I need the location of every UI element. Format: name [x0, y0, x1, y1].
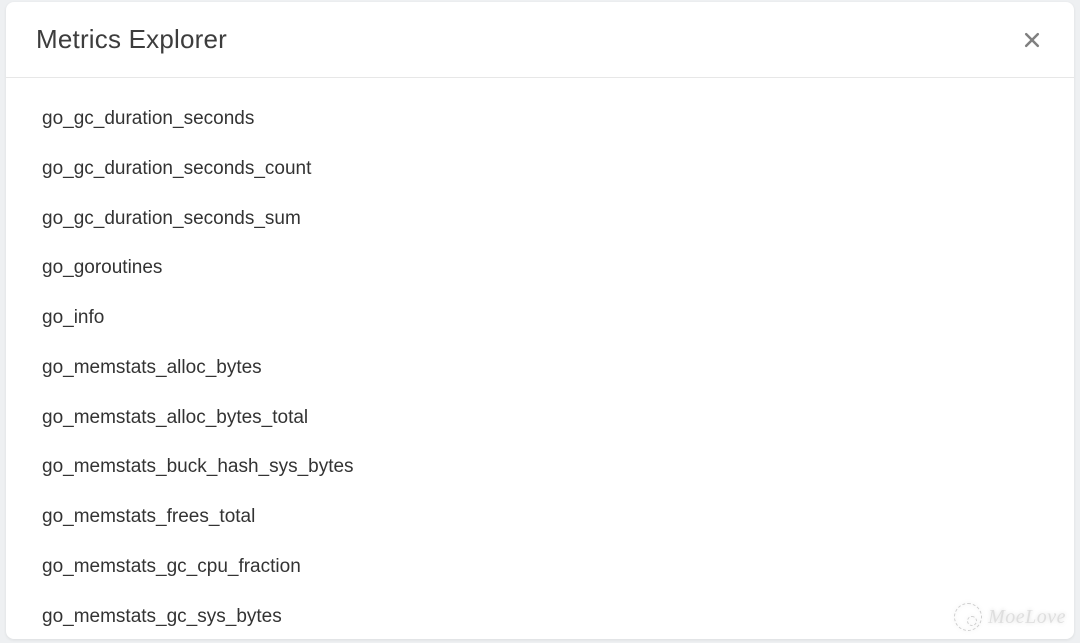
metric-item[interactable]: go_info — [6, 293, 1074, 343]
modal-title: Metrics Explorer — [36, 24, 227, 55]
metrics-list[interactable]: go_gc_duration_seconds go_gc_duration_se… — [6, 78, 1074, 639]
metric-item[interactable]: go_memstats_frees_total — [6, 492, 1074, 542]
modal-header: Metrics Explorer — [6, 2, 1074, 78]
metric-item[interactable]: go_gc_duration_seconds_sum — [6, 194, 1074, 244]
metric-item[interactable]: go_gc_duration_seconds — [6, 94, 1074, 144]
metric-item[interactable]: go_memstats_gc_sys_bytes — [6, 592, 1074, 640]
metric-item[interactable]: go_memstats_gc_cpu_fraction — [6, 542, 1074, 592]
close-icon — [1022, 30, 1042, 50]
metric-item[interactable]: go_memstats_buck_hash_sys_bytes — [6, 442, 1074, 492]
close-button[interactable] — [1018, 26, 1046, 54]
metric-item[interactable]: go_memstats_alloc_bytes_total — [6, 393, 1074, 443]
metric-item[interactable]: go_goroutines — [6, 243, 1074, 293]
metric-item[interactable]: go_memstats_alloc_bytes — [6, 343, 1074, 393]
metric-item[interactable]: go_gc_duration_seconds_count — [6, 144, 1074, 194]
metrics-explorer-modal: Metrics Explorer go_gc_duration_seconds … — [6, 2, 1074, 639]
